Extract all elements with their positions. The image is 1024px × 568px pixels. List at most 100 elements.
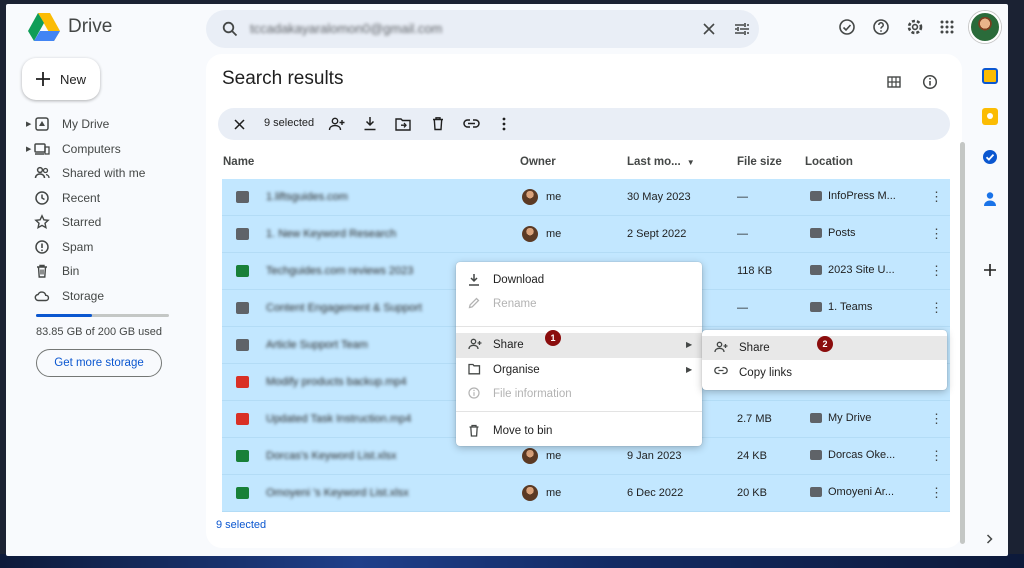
- menu-divider: [456, 411, 702, 412]
- file-name[interactable]: Updated Task Instruction.mp4: [266, 413, 411, 425]
- trash-icon[interactable]: [431, 116, 445, 131]
- more-actions-icon[interactable]: ⋮: [930, 300, 943, 316]
- menu-item-label: Share: [493, 339, 524, 351]
- search-bar[interactable]: tccadakayaralomon0@gmail.com: [206, 10, 759, 48]
- file-name[interactable]: Techguides.com reviews 2023: [266, 265, 413, 277]
- sidebar-item-starred[interactable]: Starred: [34, 210, 101, 234]
- file-name[interactable]: 1.liftsguides.com: [266, 191, 348, 203]
- menu-item-organise[interactable]: Organise ▶: [456, 358, 702, 382]
- column-header-file-size[interactable]: File size: [737, 156, 782, 168]
- video-icon: [236, 376, 249, 388]
- new-button[interactable]: New: [22, 58, 100, 100]
- file-last-modified: 30 May 2023: [627, 191, 691, 203]
- search-options-icon[interactable]: [734, 22, 750, 36]
- move-to-folder-icon[interactable]: [395, 117, 411, 131]
- file-location[interactable]: 1. Teams: [810, 301, 872, 313]
- menu-item-download[interactable]: Download: [456, 268, 702, 292]
- file-size: —: [737, 228, 748, 240]
- storage-usage-fill: [36, 314, 92, 317]
- table-row[interactable]: 1. New Keyword Research me 2 Sept 2022 — Pos…: [222, 216, 950, 253]
- calendar-app-icon[interactable]: [982, 68, 998, 84]
- folder-icon: [810, 191, 822, 201]
- sidebar-item-spam[interactable]: Spam: [34, 235, 93, 259]
- file-location[interactable]: Omoyeni Ar...: [810, 486, 894, 498]
- settings-gear-icon[interactable]: [901, 13, 929, 41]
- keep-app-icon[interactable]: [982, 108, 998, 125]
- main-scrollbar[interactable]: [960, 142, 965, 544]
- close-selection-icon[interactable]: [234, 119, 245, 130]
- submenu-item-copy-links[interactable]: Copy links: [702, 361, 947, 385]
- sidebar-item-my-drive[interactable]: ▶ My Drive: [26, 112, 110, 136]
- sidebar-item-bin[interactable]: Bin: [34, 259, 79, 283]
- file-name[interactable]: Article Support Team: [266, 339, 368, 351]
- share-person-add-icon[interactable]: [328, 116, 346, 132]
- expand-arrow-icon[interactable]: ▶: [26, 145, 31, 153]
- file-name[interactable]: Dorcas's Keyword List.xlsx: [266, 450, 396, 462]
- sort-desc-icon[interactable]: ▼: [687, 158, 695, 167]
- download-icon[interactable]: [363, 116, 377, 131]
- download-icon: [469, 274, 479, 286]
- sidebar-item-storage[interactable]: Storage: [34, 284, 104, 308]
- more-actions-icon[interactable]: ⋮: [930, 189, 943, 205]
- clear-search-icon[interactable]: [703, 23, 715, 35]
- new-button-label: New: [60, 71, 87, 87]
- info-icon: [468, 387, 480, 399]
- sidebar-item-label: My Drive: [62, 117, 110, 131]
- contacts-app-icon[interactable]: [983, 191, 997, 207]
- file-location[interactable]: Posts: [810, 227, 856, 239]
- file-name[interactable]: Modify products backup.mp4: [266, 376, 407, 388]
- tasks-app-icon[interactable]: [982, 149, 998, 165]
- selection-count: 9 selected: [264, 117, 315, 129]
- selection-toolbar: 9 selected: [218, 108, 950, 140]
- apps-grid-icon[interactable]: [933, 13, 961, 41]
- folder-icon: [810, 302, 822, 312]
- file-size: 118 KB: [737, 265, 773, 277]
- copy-link-icon[interactable]: [463, 118, 480, 129]
- sidebar-item-shared-with-me[interactable]: Shared with me: [34, 161, 145, 185]
- more-actions-icon[interactable]: ⋮: [930, 263, 943, 279]
- help-icon[interactable]: [867, 13, 895, 41]
- file-last-modified: 9 Jan 2023: [627, 450, 682, 462]
- owner-name: me: [546, 450, 562, 462]
- sidebar-item-computers[interactable]: ▶ Computers: [26, 137, 121, 161]
- search-icon[interactable]: [222, 21, 238, 37]
- table-row[interactable]: Omoyeni 's Keyword List.xlsx me 6 Dec 2022…: [222, 475, 950, 512]
- more-actions-icon[interactable]: ⋮: [930, 411, 943, 427]
- file-name[interactable]: 1. New Keyword Research: [266, 228, 396, 240]
- column-header-last-modified[interactable]: Last mo... ▼: [627, 156, 695, 168]
- table-row[interactable]: 1.liftsguides.com me 30 May 2023 — InfoPress…: [222, 179, 950, 216]
- search-input[interactable]: tccadakayaralomon0@gmail.com: [250, 21, 442, 36]
- more-actions-icon[interactable]: ⋮: [930, 226, 943, 242]
- folder-open-icon: [468, 363, 481, 375]
- file-name[interactable]: Omoyeni 's Keyword List.xlsx: [266, 487, 409, 499]
- menu-item-label: Share: [739, 342, 770, 354]
- file-location[interactable]: Dorcas Oke...: [810, 449, 895, 461]
- folder-icon: [810, 265, 822, 275]
- column-header-name[interactable]: Name: [223, 156, 254, 168]
- more-actions-icon[interactable]: [502, 117, 506, 131]
- shared-icon: [810, 487, 822, 497]
- get-more-storage-button[interactable]: Get more storage: [36, 349, 162, 377]
- account-avatar[interactable]: [969, 11, 1001, 43]
- sidebar-item-label: Bin: [62, 264, 80, 278]
- get-add-ons-plus-icon[interactable]: [984, 264, 996, 276]
- file-location[interactable]: My Drive: [810, 412, 871, 424]
- drive-logo[interactable]: Drive: [28, 13, 112, 41]
- column-header-owner[interactable]: Owner: [520, 156, 556, 168]
- menu-item-move-to-bin[interactable]: Move to bin: [456, 419, 702, 443]
- file-name[interactable]: Content Engagement & Support: [266, 302, 422, 314]
- offline-status-icon[interactable]: [833, 13, 861, 41]
- sidebar-item-recent[interactable]: Recent: [34, 186, 100, 210]
- menu-item-share[interactable]: Share ▶: [456, 333, 702, 358]
- info-icon[interactable]: [916, 68, 944, 96]
- expand-side-panel-chevron-icon[interactable]: [986, 534, 993, 544]
- menu-item-label: File information: [493, 388, 572, 400]
- menu-item-label: Download: [493, 274, 545, 286]
- more-actions-icon[interactable]: ⋮: [930, 485, 943, 501]
- column-header-location[interactable]: Location: [805, 156, 853, 168]
- more-actions-icon[interactable]: ⋮: [930, 448, 943, 464]
- file-location[interactable]: 2023 Site U...: [810, 264, 895, 276]
- file-location[interactable]: InfoPress M...: [810, 190, 896, 202]
- grid-view-icon[interactable]: [880, 68, 908, 96]
- expand-arrow-icon[interactable]: ▶: [26, 120, 31, 128]
